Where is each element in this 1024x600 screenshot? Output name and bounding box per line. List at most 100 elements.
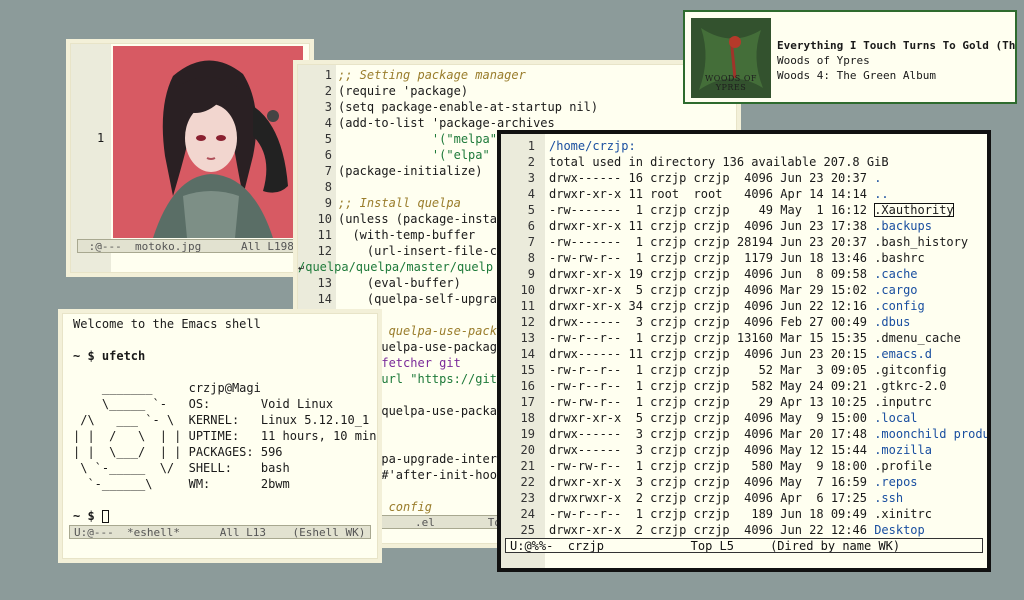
file-name[interactable]: .moonchild productions [874, 427, 987, 441]
dired-entry[interactable]: 17 -rw-rw-r-- 1 crzjp crzjp 29 Apr 13 10:… [501, 394, 987, 410]
file-name[interactable]: .cargo [874, 283, 917, 297]
dired-entry[interactable]: 12 drwx------ 3 crzjp crzjp 4096 Feb 27 0… [501, 314, 987, 330]
file-links: 1 [628, 395, 643, 409]
dired-entry[interactable]: 11 drwxr-xr-x 34 crzjp crzjp 4096 Jun 22 … [501, 298, 987, 314]
dired-entry[interactable]: 22 drwxr-xr-x 3 crzjp crzjp 4096 May 7 16… [501, 474, 987, 490]
file-name[interactable]: .Xauthority [874, 203, 954, 217]
file-size: 28194 [736, 235, 774, 249]
file-permissions: drwx------ [549, 443, 622, 457]
file-name[interactable]: .dmenu_cache [874, 331, 961, 345]
eshell-line: ~ $ [73, 508, 377, 524]
file-name[interactable]: .emacs.d [874, 347, 932, 361]
file-name[interactable]: .bash_history [874, 235, 968, 249]
file-group: crzjp [693, 251, 730, 265]
line-number: 10 [317, 212, 332, 226]
dired-entry[interactable]: 25 drwxr-xr-x 2 crzjp crzjp 4096 Jun 22 1… [501, 522, 987, 538]
file-date: Jun 18 13:46 [780, 251, 867, 265]
file-name[interactable]: .profile [874, 459, 932, 473]
line-number: 1 [97, 131, 105, 145]
file-owner: crzjp [650, 347, 687, 361]
file-name[interactable]: Desktop [874, 523, 925, 537]
file-name[interactable]: .ssh [874, 491, 903, 505]
file-name[interactable]: .gtkrc-2.0 [874, 379, 946, 393]
file-name[interactable]: .dbus [874, 315, 910, 329]
file-links: 11 [628, 347, 643, 361]
music-widget[interactable]: WOODS OF YPRES Everything I Touch Turns … [683, 10, 1017, 104]
eshell-line [73, 492, 377, 508]
dired-entry[interactable]: 19 drwx------ 3 crzjp crzjp 4096 Mar 20 1… [501, 426, 987, 442]
eshell-text: _______ crzjp@Magi [73, 381, 261, 395]
dired-entry[interactable]: 14 drwx------ 11 crzjp crzjp 4096 Jun 23 … [501, 346, 987, 362]
line-number: 6 [324, 148, 332, 162]
file-owner: crzjp [650, 315, 687, 329]
dired-entry[interactable]: 8 -rw-rw-r-- 1 crzjp crzjp 1179 Jun 18 13… [501, 250, 987, 266]
dired-entry[interactable]: 9 drwxr-xr-x 19 crzjp crzjp 4096 Jun 8 09… [501, 266, 987, 282]
dired-entry[interactable]: 23 drwxrwxr-x 2 crzjp crzjp 4096 Apr 6 17… [501, 490, 987, 506]
file-links: 19 [628, 267, 643, 281]
dired-entry[interactable]: 16 -rw-r--r-- 1 crzjp crzjp 582 May 24 09… [501, 378, 987, 394]
file-group: root [693, 187, 730, 201]
file-date: Feb 27 00:49 [780, 315, 867, 329]
line-number: 1 [324, 68, 332, 82]
file-name[interactable]: .inputrc [874, 395, 932, 409]
file-owner: crzjp [650, 203, 687, 217]
image-viewer-window[interactable]: 1 :@--- motoko.jpg All L198 (I [70, 43, 310, 273]
dired-entry[interactable]: 15 -rw-r--r-- 1 crzjp crzjp 52 Mar 3 09:0… [501, 362, 987, 378]
file-permissions: -rw-r--r-- [549, 363, 622, 377]
eshell-window[interactable]: Welcome to the Emacs shell ~ $ ufetch ___… [62, 313, 378, 559]
file-size: 4096 [736, 443, 774, 457]
eshell-line: /\ ___ `- \ KERNEL: Linux 5.12.10_1 [73, 412, 377, 428]
dired-entry[interactable]: 4 drwxr-xr-x 11 root root 4096 Apr 14 14:… [501, 186, 987, 202]
dired-entry[interactable]: 24 -rw-r--r-- 1 crzjp crzjp 189 Jun 18 09… [501, 506, 987, 522]
file-group: crzjp [693, 363, 730, 377]
file-name[interactable]: .backups [874, 219, 932, 233]
line-number: 19 [520, 427, 535, 441]
dired-file-list[interactable]: 3 drwx------ 16 crzjp crzjp 4096 Jun 23 2… [501, 170, 987, 538]
line-number: 3 [527, 171, 535, 185]
file-date: Apr 6 17:25 [780, 491, 867, 505]
file-date: May 9 15:00 [780, 411, 867, 425]
line-number: 16 [520, 379, 535, 393]
file-name[interactable]: .mozilla [874, 443, 932, 457]
file-owner: crzjp [650, 331, 687, 345]
line-number: 14 [520, 347, 535, 361]
file-owner: crzjp [650, 363, 687, 377]
file-permissions: drwx------ [549, 315, 622, 329]
file-group: crzjp [693, 315, 730, 329]
file-name[interactable]: . [874, 171, 881, 185]
dired-entry[interactable]: 20 drwx------ 3 crzjp crzjp 4096 May 12 1… [501, 442, 987, 458]
file-name[interactable]: .xinitrc [874, 507, 932, 521]
dired-entry[interactable]: 6 drwxr-xr-x 11 crzjp crzjp 4096 Jun 23 1… [501, 218, 987, 234]
file-permissions: drwxr-xr-x [549, 523, 622, 537]
file-name[interactable]: .gitconfig [874, 363, 946, 377]
file-group: crzjp [693, 443, 730, 457]
file-owner: crzjp [650, 491, 687, 505]
dired-entry[interactable]: 13 -rw-r--r-- 1 crzjp crzjp 13160 Mar 15 … [501, 330, 987, 346]
fringe-arrow-icon: ↵ [298, 262, 305, 273]
dired-modeline: U:@%%- crzjp Top L5 (Dired by name WK) [505, 538, 983, 553]
dired-entry[interactable]: 21 -rw-rw-r-- 1 crzjp crzjp 580 May 9 18:… [501, 458, 987, 474]
file-size: 49 [736, 203, 774, 217]
file-owner: root [650, 187, 687, 201]
dired-window[interactable]: 1/home/crzjp: 2 total used in directory 1… [497, 130, 991, 572]
file-group: crzjp [693, 379, 730, 393]
line-number: 12 [317, 244, 332, 258]
file-date: May 24 09:21 [780, 379, 867, 393]
dired-entry[interactable]: 18 drwxr-xr-x 5 crzjp crzjp 4096 May 9 15… [501, 410, 987, 426]
file-links: 1 [628, 379, 643, 393]
file-date: May 7 16:59 [780, 475, 867, 489]
dired-entry[interactable]: 5 -rw------- 1 crzjp crzjp 49 May 1 16:12… [501, 202, 987, 218]
dired-entry[interactable]: 3 drwx------ 16 crzjp crzjp 4096 Jun 23 2… [501, 170, 987, 186]
eshell-buffer[interactable]: Welcome to the Emacs shell ~ $ ufetch ___… [73, 316, 377, 524]
line-number: 2 [324, 84, 332, 98]
file-name[interactable]: .cache [874, 267, 917, 281]
file-name[interactable]: .config [874, 299, 925, 313]
file-owner: crzjp [650, 171, 687, 185]
file-name[interactable]: .local [874, 411, 917, 425]
dired-entry[interactable]: 10 drwxr-xr-x 5 crzjp crzjp 4096 Mar 29 1… [501, 282, 987, 298]
file-owner: crzjp [650, 475, 687, 489]
file-name[interactable]: .repos [874, 475, 917, 489]
file-name[interactable]: .bashrc [874, 251, 925, 265]
dired-entry[interactable]: 7 -rw------- 1 crzjp crzjp 28194 Jun 23 2… [501, 234, 987, 250]
file-name[interactable]: .. [874, 187, 888, 201]
